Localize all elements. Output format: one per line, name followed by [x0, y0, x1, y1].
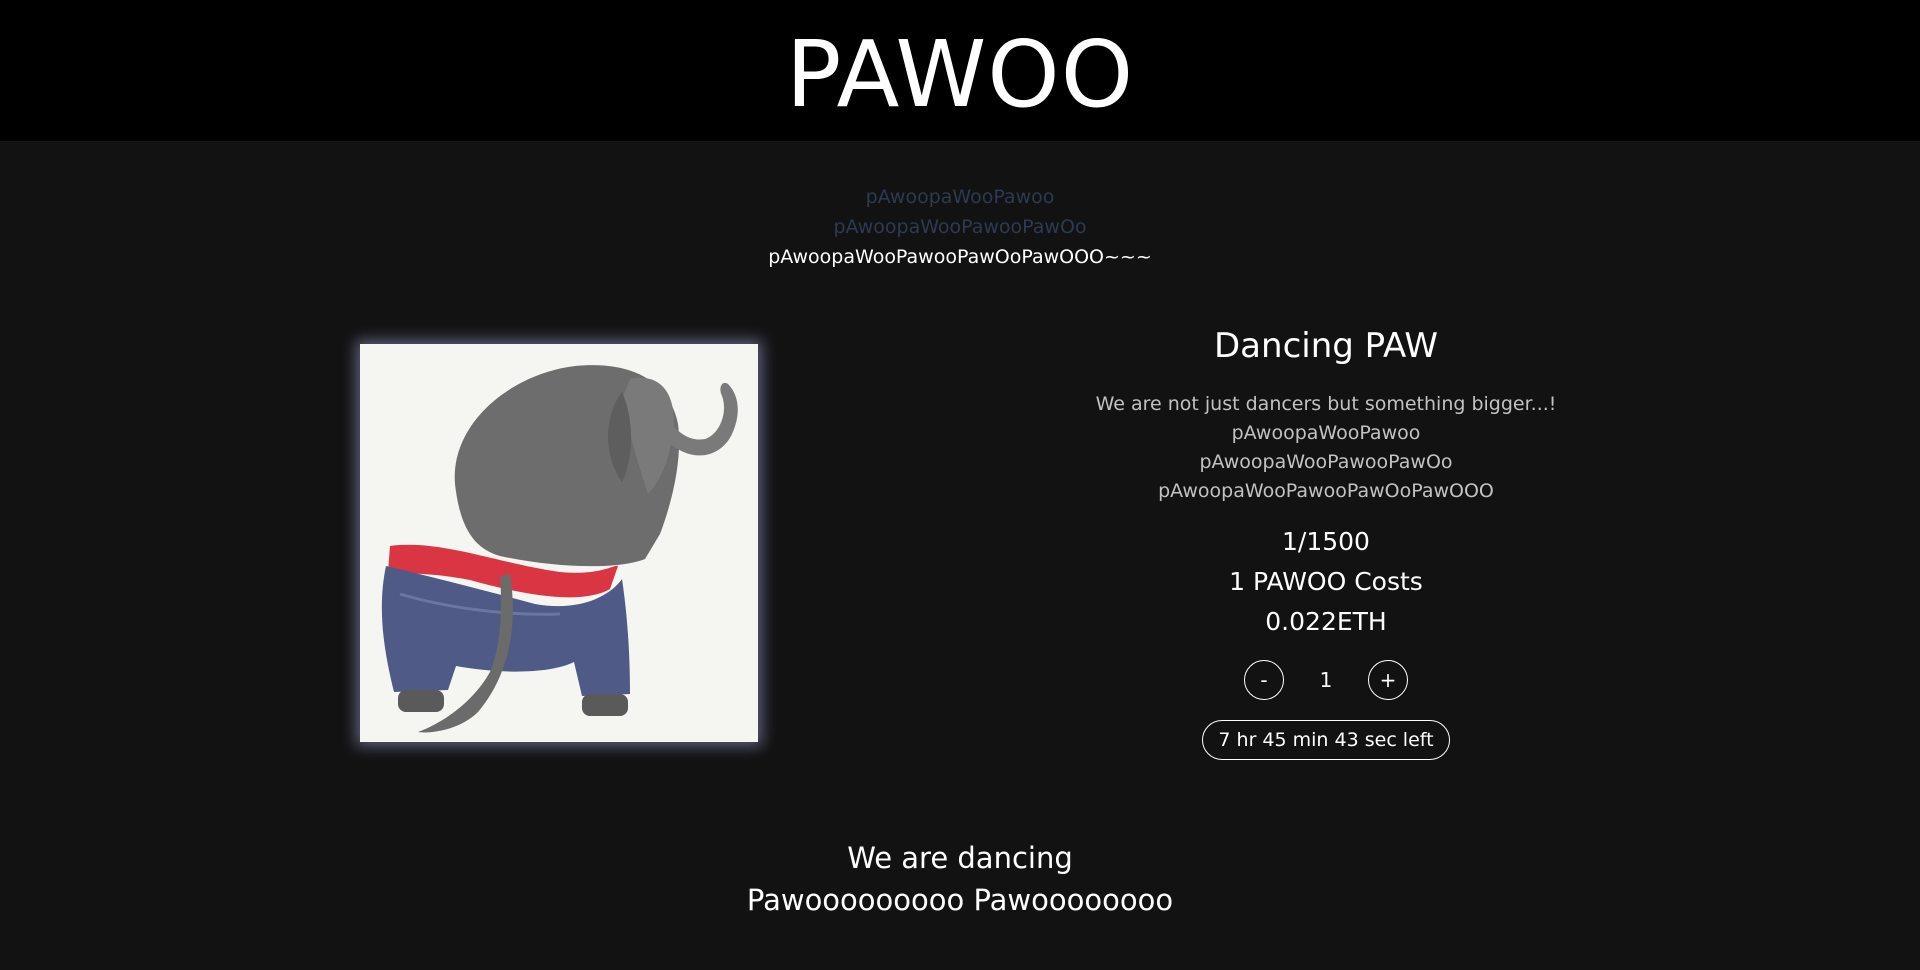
description-line: pAwoopaWooPawoo	[1231, 422, 1421, 444]
brand-title: PAWOO	[785, 21, 1135, 128]
countdown-timer: 7 hr 45 min 43 sec left	[1202, 720, 1450, 760]
cost-label: 1 PAWOO Costs	[1229, 567, 1423, 596]
increment-button[interactable]: +	[1368, 660, 1408, 700]
chant-line-1: pAwoopaWooPawoo	[865, 186, 1055, 208]
chant-line-3: pAwoopaWooPawooPawOoPawOOO~~~	[768, 246, 1152, 268]
mint-panel: Dancing PAW We are not just dancers but …	[1026, 316, 1626, 760]
elephant-in-jeans-image	[360, 344, 758, 742]
site-header: PAWOO	[0, 0, 1920, 141]
description-line: We are not just dancers but something bi…	[1095, 393, 1557, 415]
footer-tagline: We are dancing	[847, 841, 1073, 875]
quantity-stepper: - 1 +	[1026, 660, 1626, 700]
chant-line-2: pAwoopaWooPawooPawOo	[833, 216, 1087, 238]
supply-counter: 1/1500	[1282, 527, 1370, 556]
decrement-button[interactable]: -	[1244, 660, 1284, 700]
description-line: pAwoopaWooPawooPawOo	[1199, 451, 1453, 473]
price-value: 0.022ETH	[1265, 607, 1387, 636]
collection-title: Dancing PAW	[1214, 326, 1438, 366]
quantity-value: 1	[1319, 668, 1333, 692]
footer-chant: Pawooooooooo Pawoooooooo	[746, 883, 1174, 917]
nft-artwork	[360, 344, 758, 742]
collection-description: We are not just dancers but something bi…	[1026, 390, 1626, 506]
description-line: pAwoopaWooPawooPawOoPawOOO	[1158, 480, 1494, 502]
